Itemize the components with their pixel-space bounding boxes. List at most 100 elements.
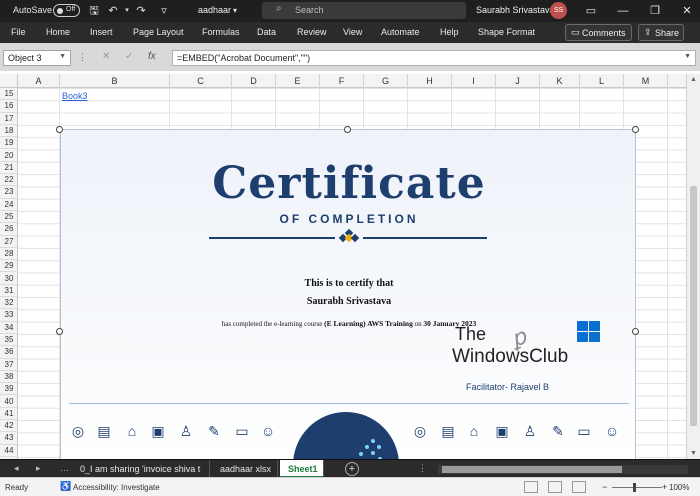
zoom-out-icon[interactable]: − xyxy=(602,482,607,492)
tab-file[interactable]: File xyxy=(11,27,26,37)
column-header-e[interactable]: E xyxy=(276,74,320,88)
row-header[interactable]: 27 xyxy=(0,236,17,248)
comments-button[interactable]: ▭ Comments xyxy=(565,24,632,41)
row-header[interactable]: 30 xyxy=(0,273,17,285)
row-header[interactable]: 15 xyxy=(0,88,17,101)
normal-view-icon[interactable] xyxy=(524,481,538,493)
row-header[interactable]: 29 xyxy=(0,260,17,273)
sheet-tab-active[interactable]: Sheet1 xyxy=(280,460,324,478)
customize-toolbar-icon[interactable]: ▿ xyxy=(156,3,172,19)
name-box[interactable]: Object 3 ▼ xyxy=(3,50,71,66)
share-button[interactable]: ⇪ Share xyxy=(638,24,684,41)
column-header-j[interactable]: J xyxy=(496,74,540,88)
row-header[interactable]: 26 xyxy=(0,223,17,236)
tab-help[interactable]: Help xyxy=(440,27,459,37)
save-icon[interactable]: 🖫 xyxy=(86,3,102,19)
zoom-slider-knob[interactable] xyxy=(633,483,636,492)
expand-formula-icon[interactable]: ▼ xyxy=(684,53,691,60)
zoom-slider[interactable] xyxy=(612,487,662,488)
row-header[interactable]: 18 xyxy=(0,125,17,138)
column-header-d[interactable]: D xyxy=(232,74,276,88)
file-dropdown-icon[interactable]: ▾ xyxy=(227,3,243,19)
column-header-a[interactable]: A xyxy=(18,74,60,88)
tab-review[interactable]: Review xyxy=(297,27,327,37)
column-header-f[interactable]: F xyxy=(320,74,364,88)
zoom-in-icon[interactable]: + xyxy=(662,482,667,492)
accessibility-status[interactable]: Accessibility: Investigate xyxy=(73,483,160,492)
row-header[interactable]: 31 xyxy=(0,285,17,298)
scroll-thumb[interactable] xyxy=(442,466,622,473)
accessibility-icon[interactable]: ♿ xyxy=(60,481,71,492)
next-sheet-icon[interactable]: ▸ xyxy=(36,463,41,474)
tab-insert[interactable]: Insert xyxy=(90,27,113,37)
tab-view[interactable]: View xyxy=(343,27,362,37)
column-header-c[interactable]: C xyxy=(170,74,232,88)
add-sheet-button[interactable]: + xyxy=(345,462,359,476)
tab-page-layout[interactable]: Page Layout xyxy=(133,27,184,37)
autosave-toggle[interactable]: Off xyxy=(53,4,80,17)
row-header[interactable]: 36 xyxy=(0,346,17,359)
row-header[interactable]: 33 xyxy=(0,309,17,322)
row-header[interactable]: 28 xyxy=(0,248,17,261)
page-break-view-icon[interactable] xyxy=(572,481,586,493)
row-header[interactable]: 20 xyxy=(0,150,17,162)
column-header-i[interactable]: I xyxy=(452,74,496,88)
row-header[interactable]: 37 xyxy=(0,359,17,371)
sheet-tab[interactable]: 0_I am sharing 'invoice shiva t xyxy=(72,460,210,478)
scroll-thumb[interactable] xyxy=(690,186,697,426)
tab-data[interactable]: Data xyxy=(257,27,276,37)
restore-icon[interactable]: ❐ xyxy=(645,2,665,20)
cancel-icon[interactable]: ✕ xyxy=(102,51,110,62)
row-header[interactable]: 32 xyxy=(0,297,17,310)
row-header[interactable]: 17 xyxy=(0,113,17,125)
enter-icon[interactable]: ✓ xyxy=(125,51,133,62)
row-header[interactable]: 24 xyxy=(0,199,17,211)
row-header[interactable]: 42 xyxy=(0,420,17,433)
row-header[interactable]: 19 xyxy=(0,137,17,150)
embedded-acrobat-object[interactable]: Certificate OF COMPLETION This is to cer… xyxy=(60,129,636,461)
chevron-down-icon[interactable]: ▼ xyxy=(59,53,66,60)
tab-automate[interactable]: Automate xyxy=(381,27,420,37)
more-icon[interactable]: ⋮ xyxy=(78,52,87,63)
sheet-tab[interactable]: aadhaar xlsx xyxy=(212,460,278,478)
more-sheets-icon[interactable]: … xyxy=(60,463,69,473)
minimize-icon[interactable]: — xyxy=(613,2,633,20)
row-header[interactable]: 25 xyxy=(0,211,17,224)
row-header[interactable]: 40 xyxy=(0,396,17,408)
scroll-down-icon[interactable]: ▼ xyxy=(690,450,697,457)
split-handle-icon[interactable]: ⋮ xyxy=(418,463,427,474)
row-header[interactable]: 16 xyxy=(0,100,17,113)
book3-hyperlink[interactable]: Book3 xyxy=(62,91,88,101)
tab-home[interactable]: Home xyxy=(46,27,70,37)
column-header-l[interactable]: L xyxy=(580,74,624,88)
avatar[interactable]: SS xyxy=(550,2,567,19)
resize-handle-left[interactable] xyxy=(56,328,63,335)
resize-handle-top[interactable] xyxy=(344,126,351,133)
vertical-scrollbar[interactable]: ▲ ▼ xyxy=(686,74,700,459)
column-header-m[interactable]: M xyxy=(624,74,668,88)
column-header-k[interactable]: K xyxy=(540,74,580,88)
prev-sheet-icon[interactable]: ◂ xyxy=(14,463,19,474)
search-box[interactable]: ⌕ Search xyxy=(262,2,466,19)
resize-handle-right[interactable] xyxy=(632,328,639,335)
row-header[interactable]: 21 xyxy=(0,162,17,175)
tab-shape-format[interactable]: Shape Format xyxy=(478,27,535,37)
horizontal-scrollbar[interactable] xyxy=(438,465,688,474)
formula-input[interactable]: =EMBED("Acrobat Document","") ▼ xyxy=(172,50,696,66)
user-name[interactable]: Saurabh Srivastava xyxy=(476,5,555,15)
select-all-corner[interactable] xyxy=(0,74,18,88)
row-header[interactable]: 43 xyxy=(0,432,17,445)
scroll-up-icon[interactable]: ▲ xyxy=(690,76,697,83)
close-icon[interactable]: ✕ xyxy=(677,2,697,20)
row-header[interactable]: 34 xyxy=(0,322,17,334)
row-header[interactable]: 39 xyxy=(0,383,17,396)
row-header[interactable]: 22 xyxy=(0,174,17,187)
redo-icon[interactable]: ↷ xyxy=(133,3,149,19)
row-header[interactable]: 38 xyxy=(0,371,17,384)
row-header[interactable]: 35 xyxy=(0,334,17,347)
column-header-g[interactable]: G xyxy=(364,74,408,88)
page-layout-view-icon[interactable] xyxy=(548,481,562,493)
zoom-level[interactable]: 100% xyxy=(669,483,689,492)
tab-formulas[interactable]: Formulas xyxy=(202,27,240,37)
row-header[interactable]: 41 xyxy=(0,408,17,421)
